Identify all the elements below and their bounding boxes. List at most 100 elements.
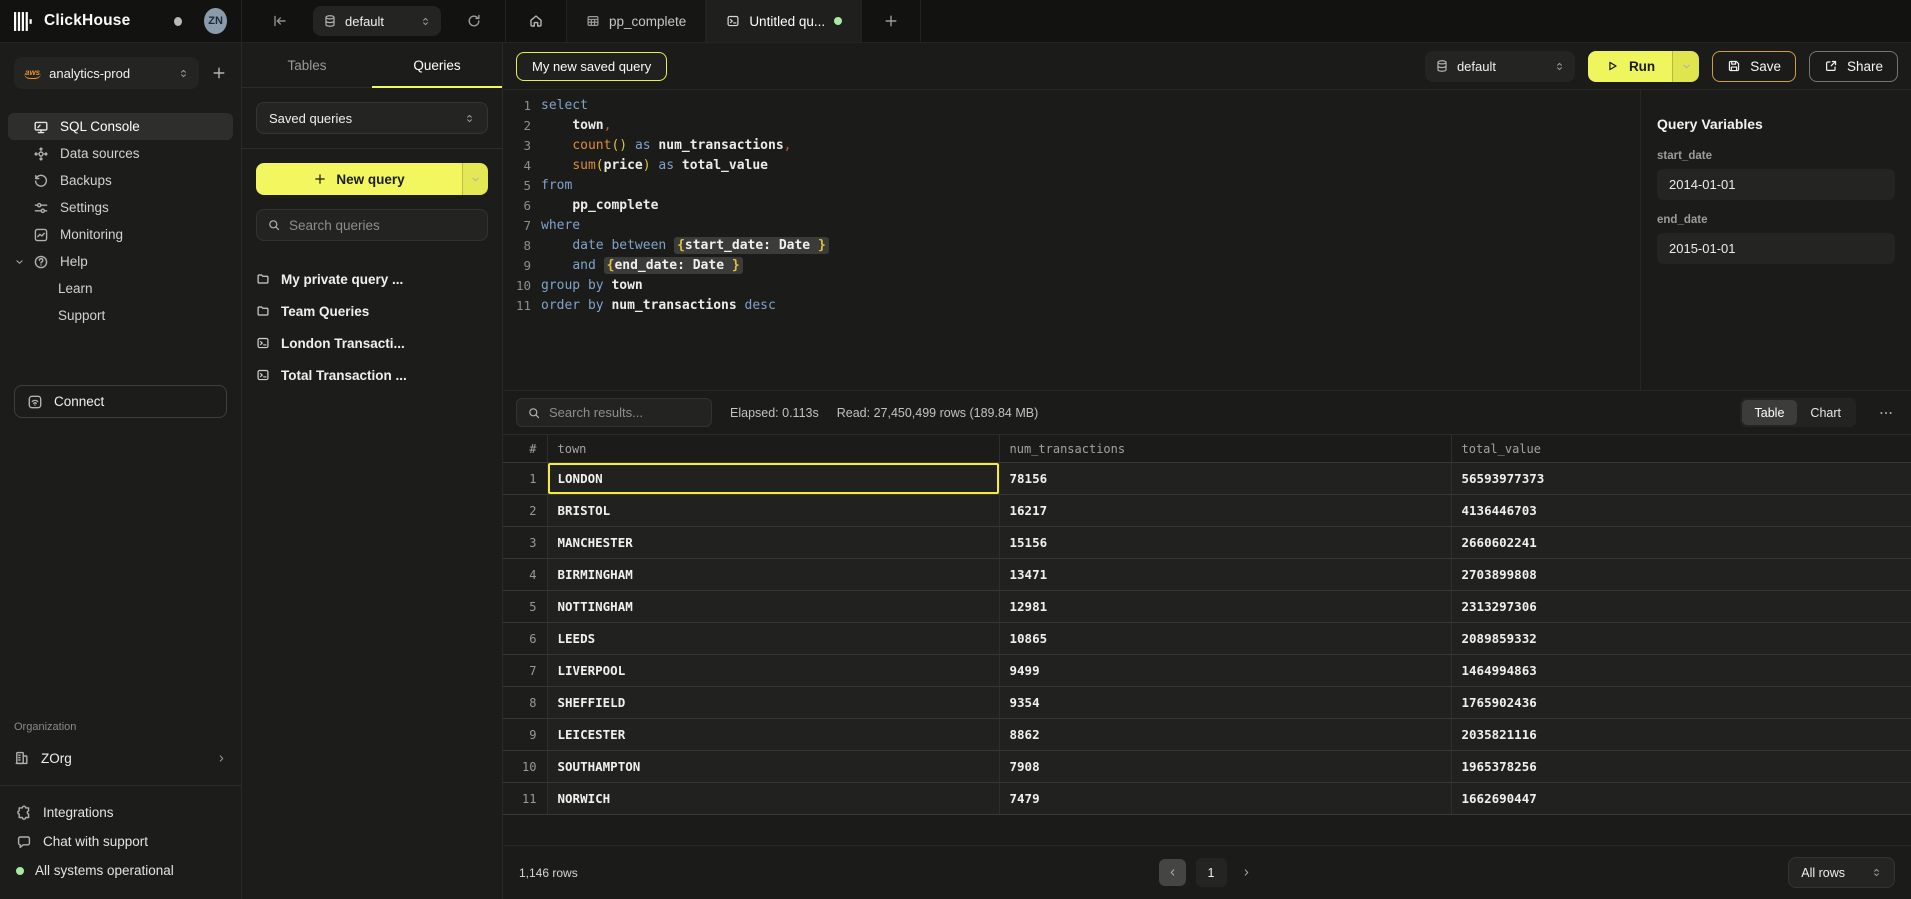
new-query-menu-button[interactable] <box>462 163 488 195</box>
cell-num_transactions[interactable]: 7479 <box>999 783 1451 815</box>
editor-database-selector[interactable]: default <box>1425 51 1575 82</box>
collapse-panel-icon[interactable] <box>272 13 288 29</box>
cell-num_transactions[interactable]: 12981 <box>999 591 1451 623</box>
cell-total_value[interactable]: 1464994863 <box>1451 655 1911 687</box>
search-queries-input[interactable]: Search queries <box>256 209 488 241</box>
add-service-button[interactable] <box>211 65 227 81</box>
row-number[interactable]: 1 <box>503 463 547 495</box>
cell-town[interactable]: BIRMINGHAM <box>547 559 999 591</box>
sidebar-item-sql-console[interactable]: SQL Console <box>8 113 233 140</box>
cell-total_value[interactable]: 2660602241 <box>1451 527 1911 559</box>
cell-town[interactable]: LONDON <box>547 463 999 495</box>
cell-total_value[interactable]: 2089859332 <box>1451 623 1911 655</box>
row-number[interactable]: 10 <box>503 751 547 783</box>
view-toggle-chart[interactable]: Chart <box>1797 400 1854 425</box>
run-button[interactable]: Run <box>1588 51 1699 82</box>
folder-icon <box>256 272 270 286</box>
row-number[interactable]: 5 <box>503 591 547 623</box>
column-header-num_transactions[interactable]: num_transactions <box>999 435 1451 463</box>
cell-num_transactions[interactable]: 16217 <box>999 495 1451 527</box>
connect-button[interactable]: Connect <box>14 385 227 418</box>
sidebar-item-support[interactable]: Support <box>8 302 233 329</box>
cell-town[interactable]: SOUTHAMPTON <box>547 751 999 783</box>
row-number[interactable]: 9 <box>503 719 547 751</box>
saved-query-item[interactable]: Total Transaction ... <box>256 359 488 391</box>
prev-page-button[interactable] <box>1159 859 1186 886</box>
cell-total_value[interactable]: 1965378256 <box>1451 751 1911 783</box>
row-number[interactable]: 11 <box>503 783 547 815</box>
cell-total_value[interactable]: 1765902436 <box>1451 687 1911 719</box>
page-number[interactable]: 1 <box>1196 858 1227 887</box>
view-toggle-table[interactable]: Table <box>1742 400 1798 425</box>
sidebar-footer-chat-with-support[interactable]: Chat with support <box>16 827 225 856</box>
cell-town[interactable]: NOTTINGHAM <box>547 591 999 623</box>
row-number[interactable]: 6 <box>503 623 547 655</box>
cell-total_value[interactable]: 4136446703 <box>1451 495 1911 527</box>
saved-query-item[interactable]: My private query ... <box>256 263 488 295</box>
cell-town[interactable]: LIVERPOOL <box>547 655 999 687</box>
row-number[interactable]: 2 <box>503 495 547 527</box>
tab-tables[interactable]: Tables <box>242 43 372 87</box>
user-avatar[interactable]: ZN <box>204 8 227 34</box>
saved-query-item[interactable]: Team Queries <box>256 295 488 327</box>
cell-town[interactable]: NORWICH <box>547 783 999 815</box>
sidebar-footer-all-systems-operational[interactable]: All systems operational <box>16 856 225 885</box>
cell-town[interactable]: LEICESTER <box>547 719 999 751</box>
cell-num_transactions[interactable]: 15156 <box>999 527 1451 559</box>
sidebar-item-help[interactable]: Help <box>8 248 233 275</box>
page-size-selector[interactable]: All rows <box>1788 857 1895 888</box>
cell-total_value[interactable]: 56593977373 <box>1451 463 1911 495</box>
sidebar-item-monitoring[interactable]: Monitoring <box>8 221 233 248</box>
sidebar-item-data-sources[interactable]: Data sources <box>8 140 233 167</box>
saved-queries-list: My private query ...Team QueriesLondon T… <box>256 263 488 391</box>
cell-total_value[interactable]: 1662690447 <box>1451 783 1911 815</box>
cell-town[interactable]: MANCHESTER <box>547 527 999 559</box>
cell-num_transactions[interactable]: 78156 <box>999 463 1451 495</box>
topbar-database-selector[interactable]: default <box>313 6 441 36</box>
topbar-tab[interactable]: pp_complete <box>566 0 706 42</box>
cell-num_transactions[interactable]: 13471 <box>999 559 1451 591</box>
cell-num_transactions[interactable]: 7908 <box>999 751 1451 783</box>
home-icon[interactable] <box>506 13 566 29</box>
cell-town[interactable]: BRISTOL <box>547 495 999 527</box>
cell-num_transactions[interactable]: 9354 <box>999 687 1451 719</box>
sidebar-item-settings[interactable]: Settings <box>8 194 233 221</box>
new-query-button[interactable]: New query <box>256 163 488 195</box>
row-number[interactable]: 7 <box>503 655 547 687</box>
cell-town[interactable]: SHEFFIELD <box>547 687 999 719</box>
cell-total_value[interactable]: 2703899808 <box>1451 559 1911 591</box>
sidebar-item-backups[interactable]: Backups <box>8 167 233 194</box>
column-header-total_value[interactable]: total_value <box>1451 435 1911 463</box>
share-button[interactable]: Share <box>1809 51 1898 82</box>
search-results-input[interactable]: Search results... <box>516 398 712 427</box>
saved-query-item[interactable]: London Transacti... <box>256 327 488 359</box>
topbar-tab[interactable]: Untitled qu... <box>706 0 862 42</box>
row-number[interactable]: 3 <box>503 527 547 559</box>
variable-input-start_date[interactable]: 2014-01-01 <box>1657 169 1895 200</box>
next-page-button[interactable] <box>1237 867 1256 878</box>
sidebar-item-learn[interactable]: Learn <box>8 275 233 302</box>
sidebar-footer-integrations[interactable]: Integrations <box>16 798 225 827</box>
service-selector[interactable]: aws analytics-prod <box>14 57 199 89</box>
column-header-town[interactable]: town <box>547 435 999 463</box>
row-number[interactable]: 8 <box>503 687 547 719</box>
variable-input-end_date[interactable]: 2015-01-01 <box>1657 233 1895 264</box>
cell-town[interactable]: LEEDS <box>547 623 999 655</box>
tab-queries[interactable]: Queries <box>372 43 502 87</box>
saved-query-tab[interactable]: My new saved query <box>516 52 667 81</box>
cell-num_transactions[interactable]: 8862 <box>999 719 1451 751</box>
refresh-icon[interactable] <box>466 13 482 29</box>
new-tab-button[interactable] <box>862 0 921 42</box>
results-menu-button[interactable] <box>1874 405 1898 421</box>
cell-num_transactions[interactable]: 10865 <box>999 623 1451 655</box>
column-header-index[interactable]: # <box>503 435 547 463</box>
row-number[interactable]: 4 <box>503 559 547 591</box>
organization-row[interactable]: ZOrg <box>14 743 227 773</box>
cell-num_transactions[interactable]: 9499 <box>999 655 1451 687</box>
save-button[interactable]: Save <box>1712 51 1796 82</box>
saved-queries-selector[interactable]: Saved queries <box>256 102 488 134</box>
cell-total_value[interactable]: 2313297306 <box>1451 591 1911 623</box>
run-options-button[interactable] <box>1672 51 1699 82</box>
cell-total_value[interactable]: 2035821116 <box>1451 719 1911 751</box>
sql-editor[interactable]: 1select2 town,3 count() as num_transacti… <box>503 90 1640 390</box>
